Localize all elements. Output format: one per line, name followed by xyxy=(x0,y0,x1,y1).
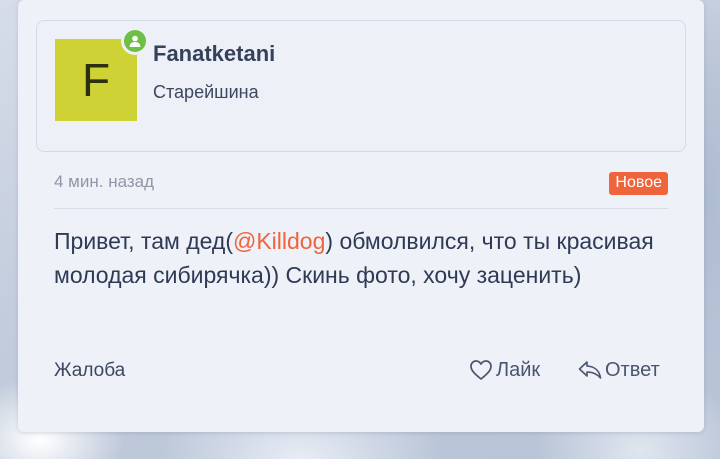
heart-icon xyxy=(468,358,494,382)
post-message: Привет, там дед(@Killdog) обмолвился, чт… xyxy=(54,224,674,292)
like-label: Лайк xyxy=(496,358,541,381)
online-status-badge xyxy=(121,27,149,55)
author-block: F Fanatketani Старейшина xyxy=(36,20,686,152)
username-link[interactable]: Fanatketani xyxy=(153,41,275,67)
reply-button[interactable]: Ответ xyxy=(577,358,660,382)
post-meta: 4 мин. назад Новое xyxy=(54,168,668,209)
reply-arrow-icon xyxy=(577,358,603,382)
message-text-start: Привет, там дед( xyxy=(54,228,233,254)
reply-label: Ответ xyxy=(605,358,660,381)
person-online-icon xyxy=(124,30,146,52)
post-timestamp[interactable]: 4 мин. назад xyxy=(54,172,154,192)
post-card: F Fanatketani Старейшина 4 мин. назад Но… xyxy=(18,0,704,432)
report-button[interactable]: Жалоба xyxy=(54,360,125,382)
user-mention-link[interactable]: @Killdog xyxy=(233,228,325,254)
user-title: Старейшина xyxy=(153,82,259,102)
avatar-letter: F xyxy=(81,54,111,106)
new-badge: Новое xyxy=(609,172,668,195)
like-button[interactable]: Лайк xyxy=(468,358,540,382)
post-actions: Жалоба Лайк Ответ xyxy=(54,358,668,388)
